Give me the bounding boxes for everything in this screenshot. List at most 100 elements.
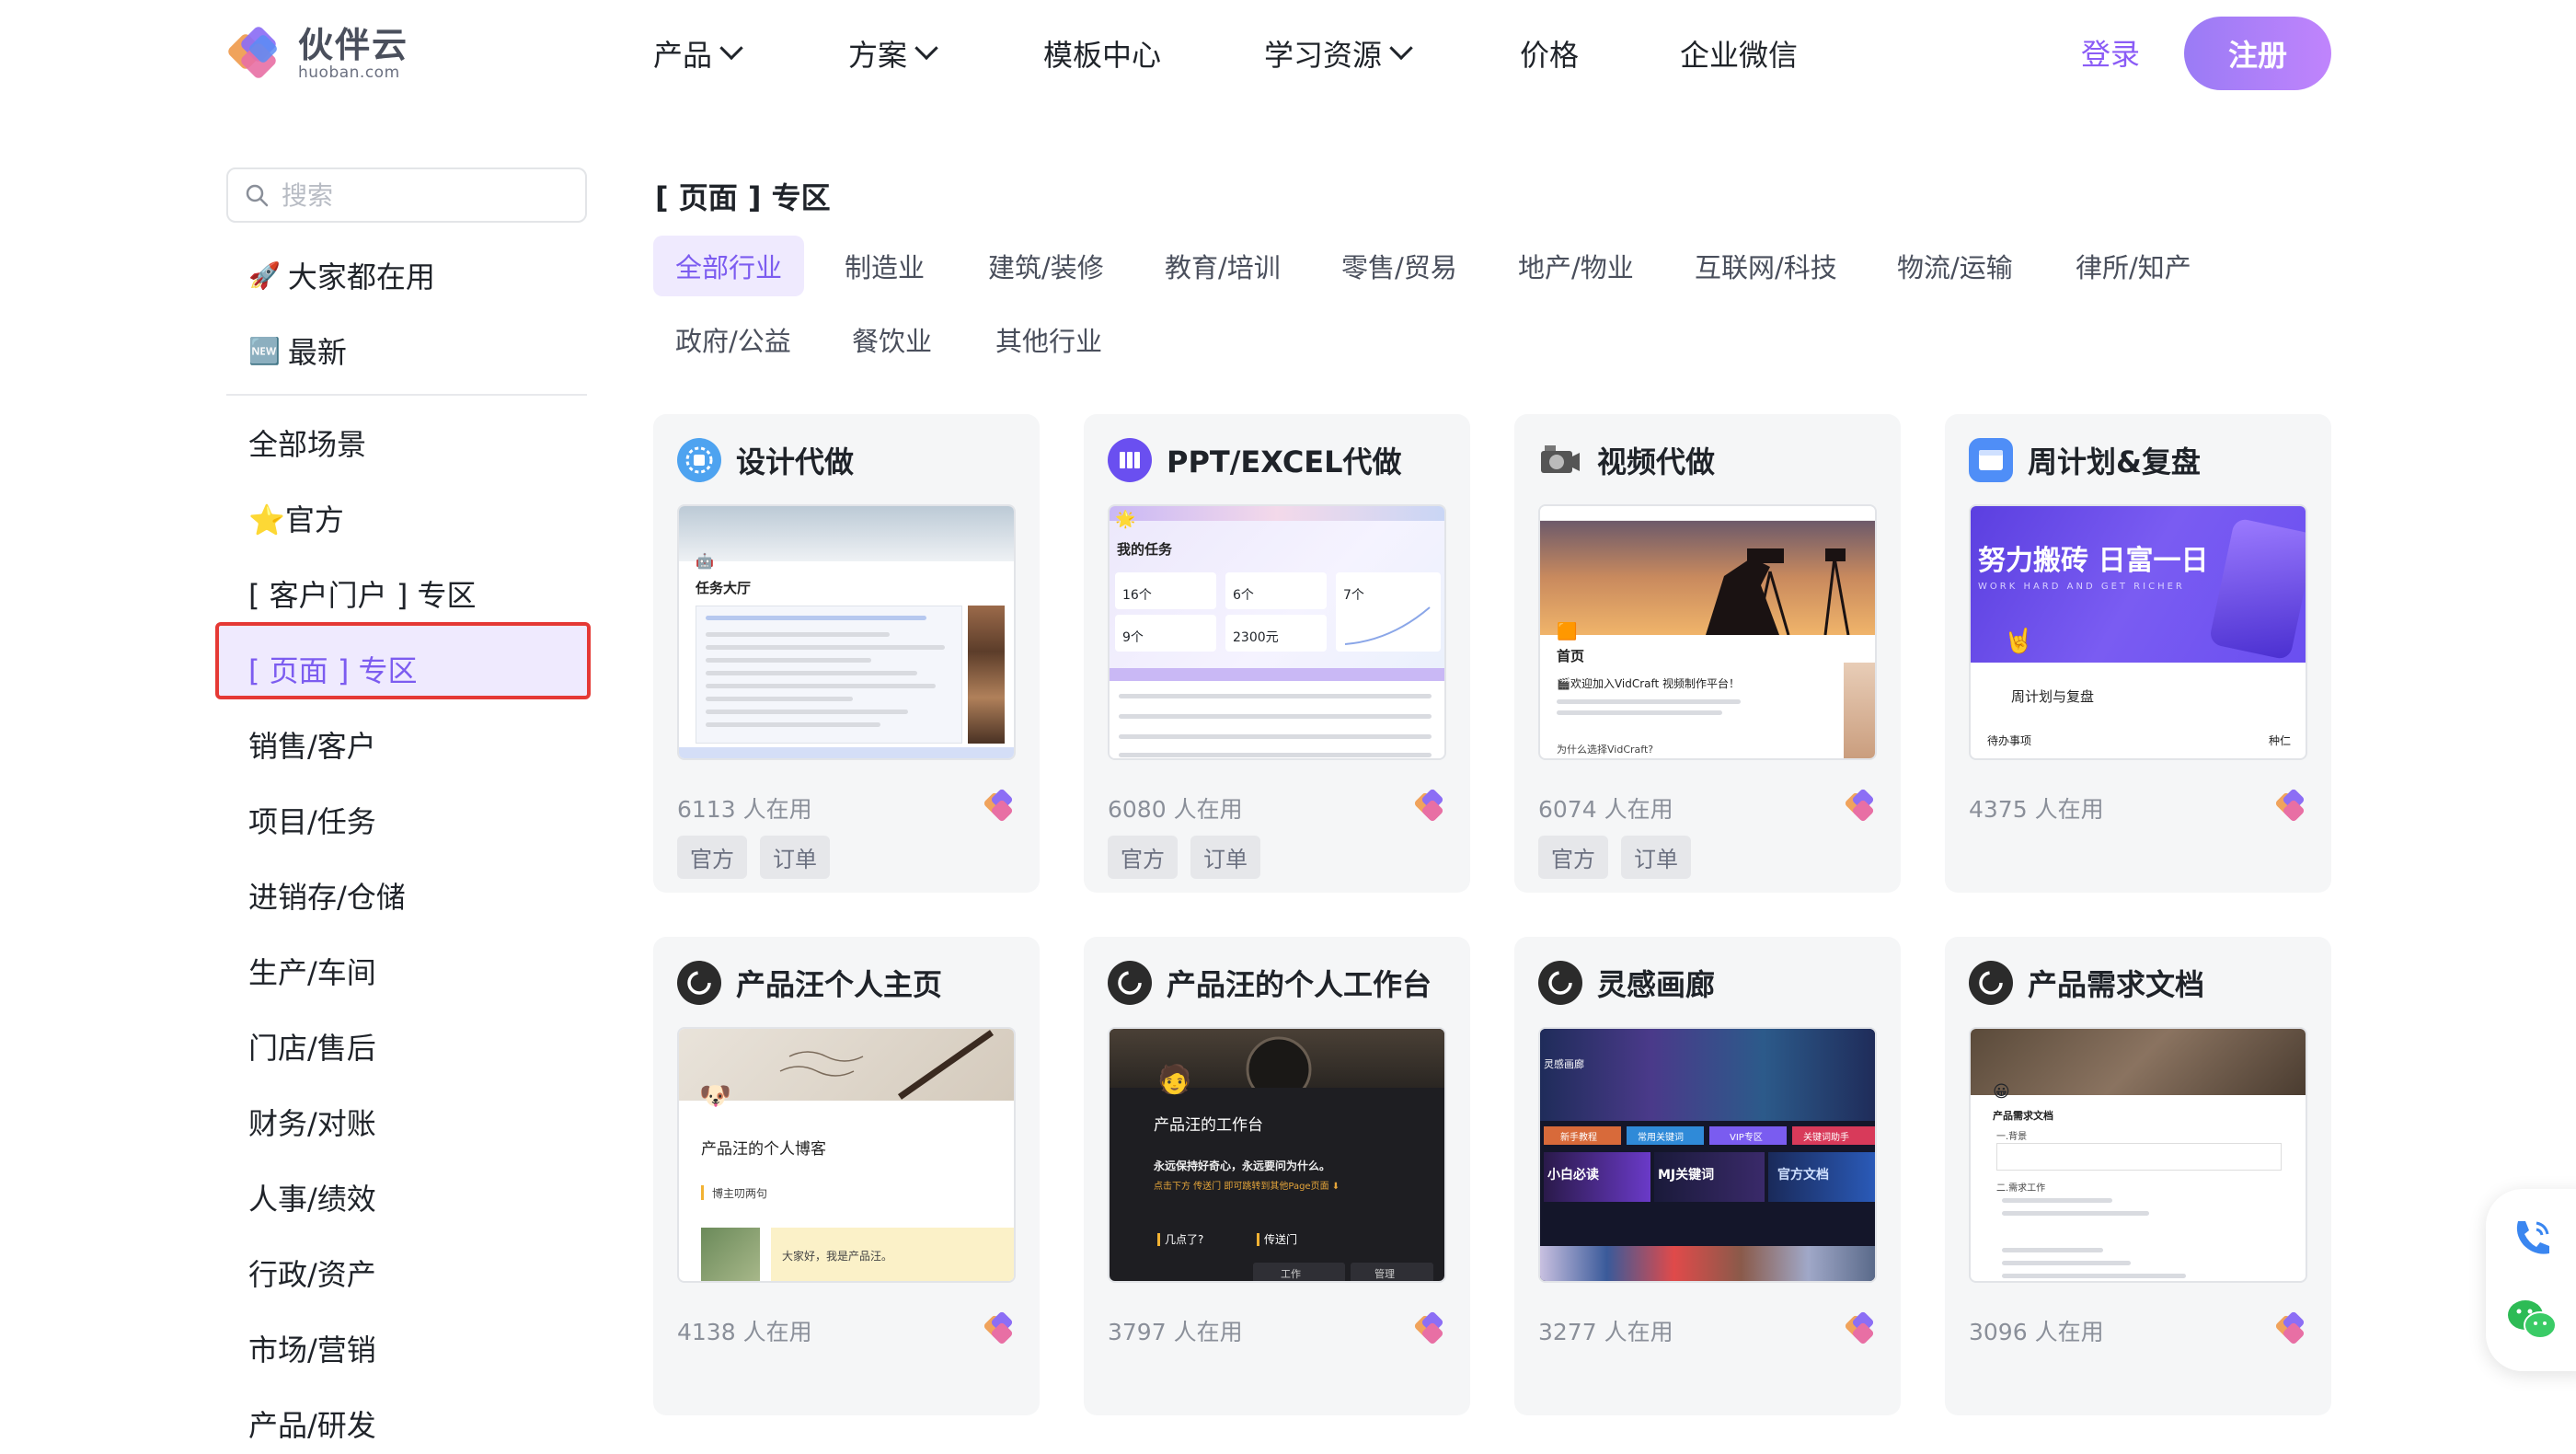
search-box[interactable]	[226, 167, 587, 223]
sidebar-item-pages[interactable]: [ 页面 ] 专区	[248, 648, 418, 690]
sidebar-item-production[interactable]: 生产/车间	[248, 950, 376, 992]
industry-chip[interactable]: 互联网/科技	[1695, 236, 1837, 296]
nav-solution[interactable]: 方案	[848, 32, 938, 75]
nav-learning-label: 学习资源	[1264, 38, 1383, 73]
industry-chip[interactable]: 地产/物业	[1518, 236, 1634, 296]
stat-box: 16个	[1115, 572, 1216, 609]
stat-box: 9个	[1115, 615, 1216, 652]
sidebar-item-all-scenes[interactable]: 全部场景	[248, 421, 366, 464]
book-icon	[1108, 438, 1152, 482]
tag-order: 订单	[760, 836, 830, 879]
template-card[interactable]: 产品需求文档 😀 产品需求文档 一.背景 二.需求工作 3096 人在用	[1945, 937, 2331, 1415]
industry-chip[interactable]: 律所/知产	[2076, 236, 2191, 296]
stat-value: 7个	[1343, 588, 1364, 603]
stat-box: 6个	[1225, 572, 1327, 609]
sidebar-item-store[interactable]: 门店/售后	[248, 1025, 376, 1067]
nav-product-label: 产品	[653, 38, 713, 73]
sidebar-item-rnd[interactable]: 产品/研发	[248, 1402, 376, 1445]
industry-chip[interactable]: 零售/贸易	[1341, 236, 1457, 296]
industry-chip[interactable]: 其他行业	[995, 309, 1102, 370]
thumb-tab: 工作	[1253, 1263, 1345, 1281]
loading-ring-icon	[1969, 961, 2013, 1005]
sidebar-item-admin[interactable]: 行政/资产	[248, 1252, 376, 1294]
tag-order: 订单	[1190, 836, 1260, 879]
industry-chip-all[interactable]: 全部行业	[653, 236, 805, 296]
industry-chip[interactable]: 餐饮业	[852, 309, 932, 370]
template-card[interactable]: 产品汪的个人工作台 🧑 产品汪的工作台 永远保持好奇心，永远要问为什么。 点击下…	[1084, 937, 1470, 1415]
nav-pricing[interactable]: 价格	[1520, 32, 1579, 75]
brand-mini-icon	[2275, 1311, 2305, 1344]
brand-logo[interactable]: 伙伴云 huoban.com	[226, 22, 408, 85]
thumb-note: 大家好，我是产品汪。	[782, 1250, 893, 1263]
nav-templates[interactable]: 模板中心	[1043, 32, 1161, 75]
card-thumbnail: 🧑 产品汪的工作台 永远保持好奇心，永远要问为什么。 点击下方 传送门 即可跳转…	[1108, 1027, 1446, 1283]
login-button[interactable]: 登录	[2081, 31, 2140, 74]
industry-chip[interactable]: 物流/运输	[1897, 236, 2013, 296]
brand-domain: huoban.com	[298, 63, 400, 82]
card-title: PPT/EXCEL代做	[1167, 444, 1402, 479]
face-icon: 🧑	[1157, 1064, 1192, 1096]
usage-count: 6113 人在用	[677, 796, 812, 823]
gear-chip-icon	[677, 438, 721, 482]
thumb-heading: 灵感画廊	[1544, 1058, 1584, 1070]
sidebar-item-projects[interactable]: 项目/任务	[248, 799, 376, 841]
nav-product[interactable]: 产品	[653, 32, 743, 75]
sidebar-item-newest[interactable]: 🆕 最新	[248, 329, 347, 372]
sidebar-item-official[interactable]: ⭐官方	[248, 497, 344, 539]
sidebar-item-inventory[interactable]: 进销存/仓储	[248, 874, 406, 917]
template-card[interactable]: 设计代做 🤖 任务大厅 6113 人在用 官方 订单	[653, 414, 1040, 893]
sidebar-item-finance[interactable]: 财务/对账	[248, 1101, 376, 1143]
card-title: 产品汪个人主页	[736, 967, 943, 1002]
thumb-banner	[679, 506, 1014, 561]
wechat-icon[interactable]	[2504, 1292, 2559, 1347]
template-card[interactable]: 产品汪个人主页 🐶 产品汪的个人博客 博主叨两句 大家好，我是产品汪。 4138…	[653, 937, 1040, 1415]
template-card[interactable]: 周计划&复盘 努力搬砖 日富一日 WORK HARD AND GET RICHE…	[1945, 414, 2331, 893]
thumb-label: 周计划与复盘	[2011, 688, 2095, 705]
thumb-banner	[1110, 506, 1444, 521]
nav-learning[interactable]: 学习资源	[1264, 32, 1413, 75]
card-thumbnail: 🌟 我的任务 16个 6个 7个 9个 2300元	[1108, 504, 1446, 760]
thumb-section: 二.需求工作	[1996, 1183, 2046, 1194]
industry-chip[interactable]: 教育/培训	[1165, 236, 1281, 296]
card-thumbnail: 灵感画廊 新手教程 常用关键词 VIP专区 关键词助手 小白必读 MJ关键词 官…	[1538, 1027, 1877, 1283]
accent-bar	[701, 1185, 704, 1200]
gallery-tab: 常用关键词	[1627, 1126, 1704, 1145]
nav-wecom[interactable]: 企业微信	[1680, 32, 1798, 75]
card-thumbnail: 🟧 首页 🎬欢迎加入VidCraft 视频制作平台！ 为什么选择VidCraft…	[1538, 504, 1877, 760]
smile-icon: 😀	[1993, 1082, 2010, 1102]
industry-chip[interactable]: 建筑/装修	[988, 236, 1104, 296]
thumb-footer	[679, 747, 1014, 758]
sidebar-item-hr[interactable]: 人事/绩效	[248, 1176, 376, 1218]
card-title: 视频代做	[1597, 444, 1716, 479]
card-title: 灵感画廊	[1597, 967, 1716, 1002]
sidebar-item-marketing[interactable]: 市场/营销	[248, 1327, 376, 1369]
thumb-table	[1110, 681, 1444, 758]
new-badge-icon: 🆕	[248, 335, 281, 366]
industry-chip[interactable]: 政府/公益	[675, 309, 791, 370]
thumb-note-box: 大家好，我是产品汪。	[771, 1228, 1014, 1281]
video-badge-icon: 🟧	[1557, 622, 1578, 641]
industry-chip[interactable]: 制造业	[845, 236, 925, 296]
thumb-heading: 首页	[1557, 648, 1585, 664]
register-button[interactable]: 注册	[2184, 17, 2331, 90]
card-title: 设计代做	[736, 444, 855, 479]
sidebar-item-popular[interactable]: 🚀 大家都在用	[248, 254, 435, 296]
loading-ring-icon	[1108, 961, 1152, 1005]
template-card[interactable]: 视频代做 🟧 首页 🎬欢迎加入VidCraft 视频制作平台！ 为什么选择Vid…	[1514, 414, 1901, 893]
rocket-icon: 🚀	[248, 260, 281, 291]
thumb-hint: 点击下方 传送门 即可跳转到其他Page页面 ⬇	[1154, 1182, 1340, 1192]
thumb-table	[1996, 1143, 2282, 1171]
template-card[interactable]: PPT/EXCEL代做 🌟 我的任务 16个 6个 7个 9个 2300元 60…	[1084, 414, 1470, 893]
sidebar-item-sales[interactable]: 销售/客户	[248, 723, 376, 766]
gallery-tile: 小白必读	[1544, 1152, 1650, 1202]
gallery-tab-label: 常用关键词	[1638, 1133, 1684, 1143]
videographer-silhouette	[1706, 548, 1850, 636]
wood-banner	[1971, 1029, 2306, 1095]
phone-icon[interactable]	[2504, 1211, 2559, 1266]
brand-mini-icon	[1414, 789, 1443, 822]
search-input[interactable]	[282, 179, 576, 211]
sidebar-item-client-portal[interactable]: [ 客户门户 ] 专区	[248, 572, 477, 615]
stat-value: 2300元	[1233, 630, 1279, 645]
template-card[interactable]: 灵感画廊 灵感画廊 新手教程 常用关键词 VIP专区 关键词助手 小白必读 MJ…	[1514, 937, 1901, 1415]
nav-wecom-label: 企业微信	[1680, 38, 1799, 73]
